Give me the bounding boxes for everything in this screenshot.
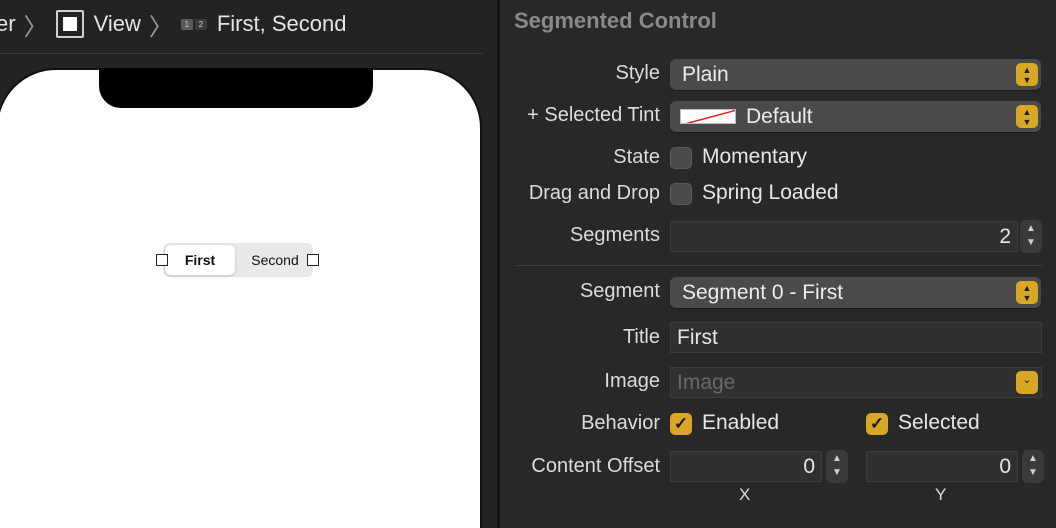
content-offset-x-field[interactable]: 0 [670, 451, 822, 482]
enabled-checkbox-label[interactable]: Enabled [702, 411, 779, 435]
drag-and-drop-label: Drag and Drop [528, 182, 660, 204]
segment-label: Segment [579, 280, 660, 302]
breadcrumb-item-segmented-control[interactable]: First, Second [217, 11, 347, 37]
resize-handle-right[interactable] [307, 254, 319, 266]
momentary-checkbox-label[interactable]: Momentary [702, 145, 807, 169]
chevron-down-icon[interactable]: ⌄ [1016, 371, 1038, 394]
attributes-inspector: Segmented Control Style Plain ▲ ▼ + Selec… [500, 0, 1056, 528]
content-offset-x-stepper[interactable]: ▲ ▼ [826, 450, 848, 483]
segments-label: Segments [569, 224, 660, 246]
content-offset-y-field[interactable]: 0 [866, 451, 1018, 482]
spring-loaded-checkbox[interactable] [670, 183, 692, 205]
inspector-section-title: Segmented Control [514, 8, 717, 33]
image-label: Image [604, 370, 660, 392]
y-axis-label: Y [935, 485, 947, 504]
breadcrumb-item-view[interactable]: View [94, 11, 141, 37]
view-icon [55, 10, 84, 38]
style-value: Plain [682, 63, 729, 86]
segments-stepper[interactable]: ▲ ▼ [1020, 220, 1042, 253]
title-field[interactable]: First [670, 322, 1042, 353]
color-swatch-default [680, 109, 736, 124]
content-offset-y-value: 0 [999, 455, 1011, 478]
segment-first[interactable]: First [165, 245, 235, 275]
interface-canvas[interactable]: er 〉 View 〉 1 2 First, Second First Seco… [0, 0, 497, 528]
style-label: Style [615, 62, 660, 84]
segments-count-value: 2 [999, 225, 1011, 248]
chevron-right-icon: 〉 [148, 13, 173, 41]
selected-tint-label[interactable]: + Selected Tint [527, 104, 660, 127]
title-value: First [677, 326, 718, 349]
image-placeholder: Image [677, 371, 736, 394]
divider [0, 53, 482, 54]
resize-handle-left[interactable] [156, 254, 168, 266]
segmented-control[interactable]: First Second [163, 243, 313, 277]
selected-checkbox-label[interactable]: Selected [898, 411, 980, 435]
momentary-checkbox[interactable] [670, 147, 692, 169]
state-label: State [613, 146, 660, 168]
style-popup[interactable]: Plain ▲ ▼ [670, 59, 1041, 90]
chevron-right-icon: 〉 [23, 13, 48, 41]
x-axis-label: X [739, 485, 751, 504]
behavior-label: Behavior [581, 412, 660, 434]
breadcrumb: er 〉 View 〉 1 2 First, Second [0, 0, 497, 48]
enabled-checkbox[interactable]: ✓ [670, 413, 692, 435]
title-label: Title [622, 326, 660, 348]
content-offset-y-stepper[interactable]: ▲ ▼ [1022, 450, 1044, 483]
popup-arrows-icon: ▲ ▼ [1016, 281, 1038, 304]
segments-count-field[interactable]: 2 [670, 221, 1018, 252]
selected-tint-value: Default [746, 105, 813, 128]
popup-arrows-icon: ▲ ▼ [1016, 63, 1038, 86]
segment-popup[interactable]: Segment 0 - First ▲ ▼ [670, 277, 1041, 308]
divider [516, 265, 1042, 266]
spring-loaded-checkbox-label[interactable]: Spring Loaded [702, 181, 839, 205]
device-notch [99, 68, 373, 108]
segmented-control-icon: 1 2 [180, 18, 207, 30]
selected-checkbox[interactable]: ✓ [866, 413, 888, 435]
content-offset-x-value: 0 [803, 455, 815, 478]
segment-value: Segment 0 - First [682, 281, 844, 304]
popup-arrows-icon: ▲ ▼ [1016, 105, 1038, 128]
image-combo-field[interactable]: Image ⌄ [670, 367, 1042, 398]
breadcrumb-item-controller[interactable]: er [0, 11, 16, 37]
device-frame: First Second [0, 68, 482, 528]
content-offset-label: Content Offset [531, 455, 660, 477]
segment-second[interactable]: Second [237, 245, 313, 275]
selected-tint-popup[interactable]: Default ▲ ▼ [670, 101, 1041, 132]
